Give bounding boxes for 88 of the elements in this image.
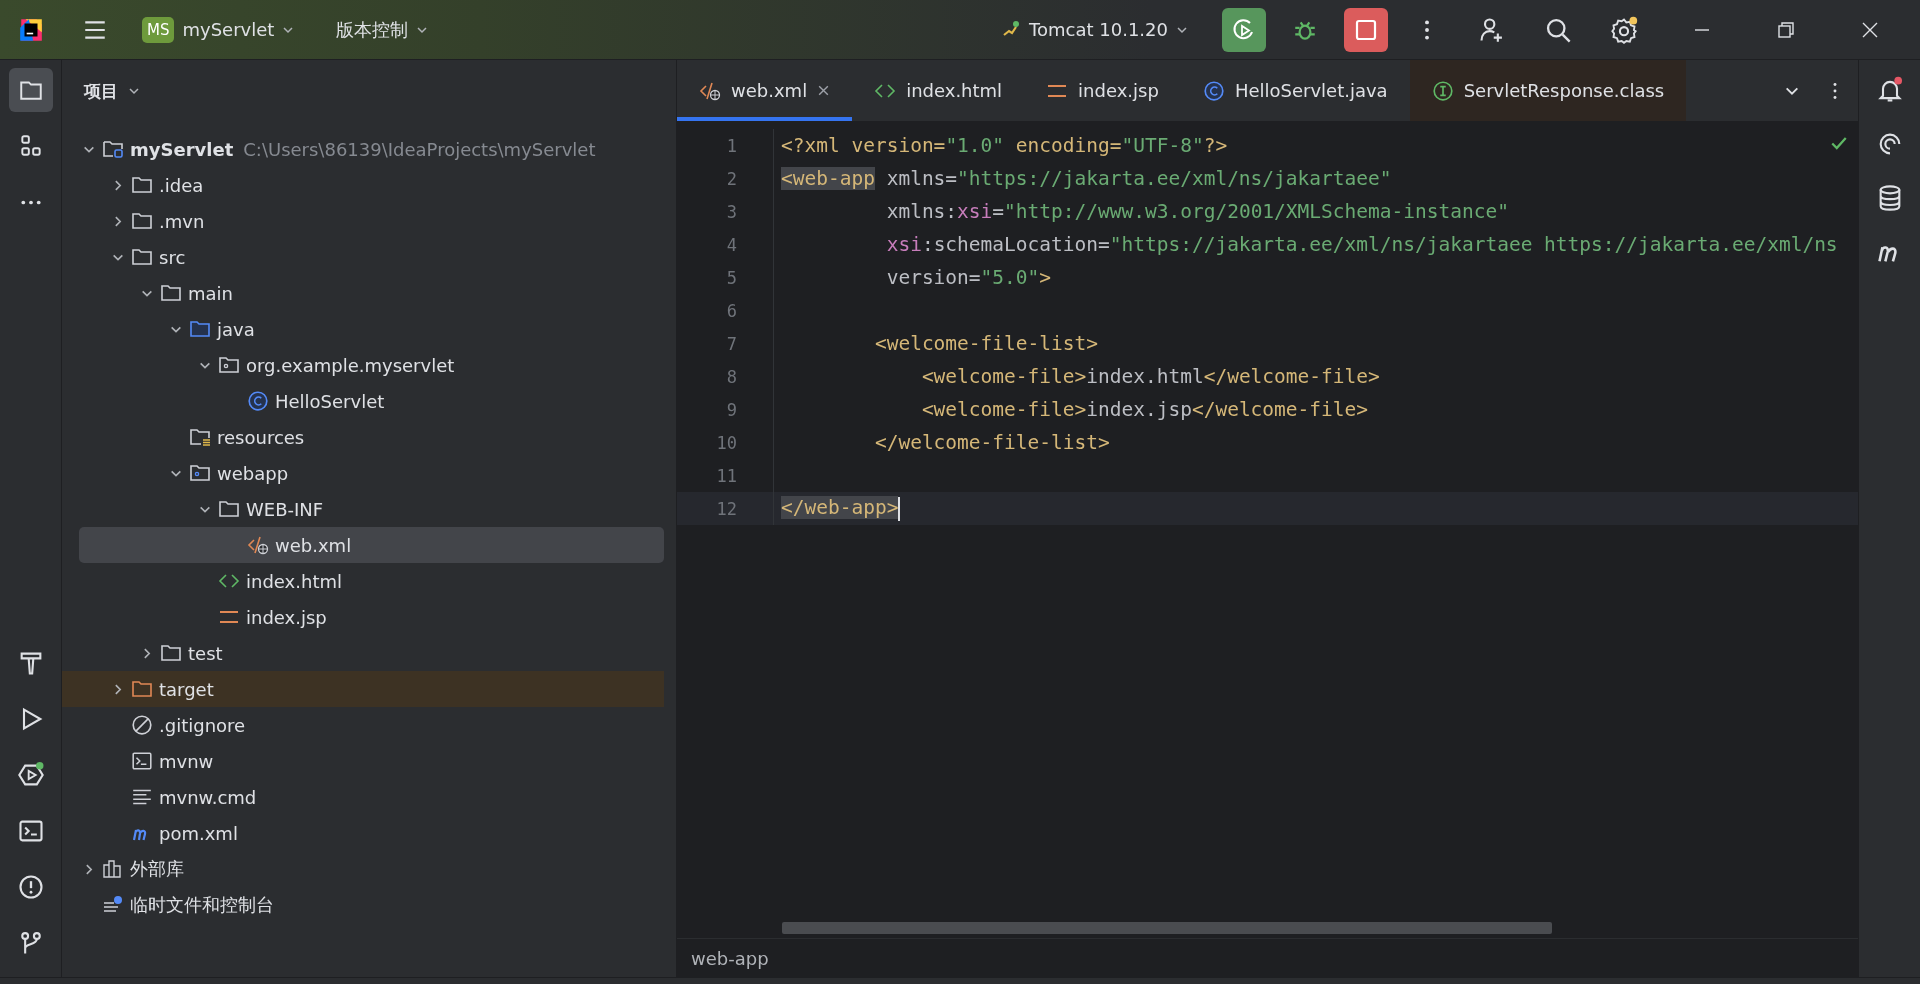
- stop-icon[interactable]: [1344, 7, 1388, 52]
- tree-item[interactable]: java: [62, 311, 664, 347]
- tree-item[interactable]: resources: [62, 419, 664, 455]
- tree-item[interactable]: webapp: [62, 455, 664, 491]
- folder-icon: [160, 283, 182, 303]
- tree-item[interactable]: test: [62, 635, 664, 671]
- folder-icon: [131, 247, 153, 267]
- line-number: 9: [677, 393, 774, 426]
- folder-icon: [218, 499, 240, 519]
- vcs-menu[interactable]: 版本控制: [328, 11, 437, 48]
- class-icon: [247, 390, 269, 412]
- editor-tab[interactable]: index.html: [852, 60, 1025, 121]
- line-number: 6: [677, 294, 774, 327]
- more-icon: [19, 198, 42, 206]
- tree-item[interactable]: web.xml: [79, 527, 664, 563]
- code-line: <welcome-file-list>: [873, 332, 1098, 355]
- folder-icon: [131, 679, 153, 699]
- editor-tab[interactable]: web.xml: [677, 60, 853, 121]
- project-path: C:\Users\86139\IdeaProjects\myServlet: [243, 138, 596, 160]
- line-number: 8: [677, 360, 774, 393]
- project-badge: MS: [142, 16, 175, 43]
- code-line: <welcome-file>index.jsp</welcome-file>: [920, 398, 1369, 421]
- folder-icon: [160, 643, 182, 663]
- project-name: myServlet: [182, 19, 275, 40]
- code-line: <?xml version="1.0" encoding="UTF-8"?>: [780, 134, 1228, 157]
- editor-tab[interactable]: index.jsp: [1024, 60, 1181, 121]
- project-selector[interactable]: MS myServlet: [134, 10, 303, 49]
- interface-icon: [1431, 79, 1454, 102]
- tree-item[interactable]: index.jsp: [62, 599, 664, 635]
- shell-script-icon: [131, 750, 153, 772]
- line-number: 5: [677, 261, 774, 294]
- vcs-label: 版本控制: [336, 17, 409, 42]
- line-number: 4: [677, 228, 774, 261]
- folder-icon: [131, 175, 153, 195]
- tree-item[interactable]: mvnw.cmd: [62, 779, 664, 815]
- editor-tab[interactable]: HelloServlet.java: [1180, 60, 1410, 121]
- ignored-file-icon: [131, 714, 153, 736]
- tree-item[interactable]: org.example.myservlet: [62, 347, 664, 383]
- code-line: version="5.0">: [885, 266, 1052, 289]
- project-view-selector[interactable]: 项目: [78, 78, 146, 104]
- line-number: 12: [677, 492, 774, 525]
- tree-item[interactable]: .idea: [62, 167, 664, 203]
- project-tool-button[interactable]: [8, 68, 53, 112]
- code-line: </welcome-file-list>: [873, 431, 1110, 454]
- tree-item[interactable]: .gitignore: [62, 707, 664, 743]
- line-number: 2: [677, 162, 774, 195]
- tree-item[interactable]: .mvn: [62, 203, 664, 239]
- run-config-name: Tomcat 10.1.20: [1029, 19, 1168, 40]
- folder-icon: [189, 319, 211, 339]
- tree-item[interactable]: mvnw: [62, 743, 664, 779]
- package-folder-icon: [218, 355, 240, 375]
- code-line: xmlns:xsi="http://www.w3.org/2001/XMLSchema-instance": [885, 200, 1509, 223]
- line-number: 10: [677, 426, 774, 459]
- warning-icon: [16, 873, 45, 901]
- horizontal-scrollbar[interactable]: [782, 922, 1552, 934]
- class-icon: [1202, 79, 1225, 102]
- close-tab-icon[interactable]: [817, 84, 831, 97]
- tree-item[interactable]: myServlet C:\Users\86139\IdeaProjects\myServlet: [62, 131, 664, 167]
- code-line: <welcome-file>index.html</welcome-file>: [920, 365, 1380, 388]
- resources-folder-icon: [189, 427, 211, 447]
- rerun-icon[interactable]: [1222, 7, 1266, 52]
- tree-item[interactable]: src: [62, 239, 664, 275]
- line-number: 3: [677, 195, 774, 228]
- run-config-selector[interactable]: Tomcat 10.1.20: [993, 13, 1196, 46]
- tree-item[interactable]: main: [62, 275, 664, 311]
- tree-item[interactable]: target: [62, 671, 664, 707]
- code-line: xsi:schemaLocation="https://jakarta.ee/xml/ns/jakartaee https://jakarta.ee/xml/ns: [885, 233, 1838, 256]
- tree-item[interactable]: 外部库: [62, 851, 664, 887]
- line-number: 1: [677, 129, 774, 162]
- settings-icon[interactable]: [1610, 15, 1638, 44]
- line-number: 7: [677, 327, 774, 360]
- chevron-down-icon: [128, 85, 140, 97]
- xml-file-icon: [247, 535, 269, 555]
- tree-item[interactable]: 临时文件和控制台: [62, 887, 664, 923]
- xml-file-icon: [699, 80, 721, 101]
- package-folder-icon: [189, 463, 211, 483]
- scratches-icon: [102, 895, 124, 915]
- folder-icon: [131, 211, 153, 231]
- breadcrumb[interactable]: web-app: [691, 947, 769, 969]
- tree-item[interactable]: WEB-INF: [62, 491, 664, 527]
- app-logo-icon[interactable]: [18, 16, 44, 43]
- module-folder-icon: [102, 139, 124, 159]
- tree-item[interactable]: HelloServlet: [62, 383, 664, 419]
- editor-tab[interactable]: ServletResponse.class: [1409, 60, 1687, 121]
- tree-item[interactable]: index.html: [62, 563, 664, 599]
- code-line: <web-app xmlns="https://jakarta.ee/xml/ns/jakartaee": [780, 167, 1392, 190]
- library-icon: [102, 859, 124, 879]
- tree-item[interactable]: pom.xml: [62, 815, 664, 851]
